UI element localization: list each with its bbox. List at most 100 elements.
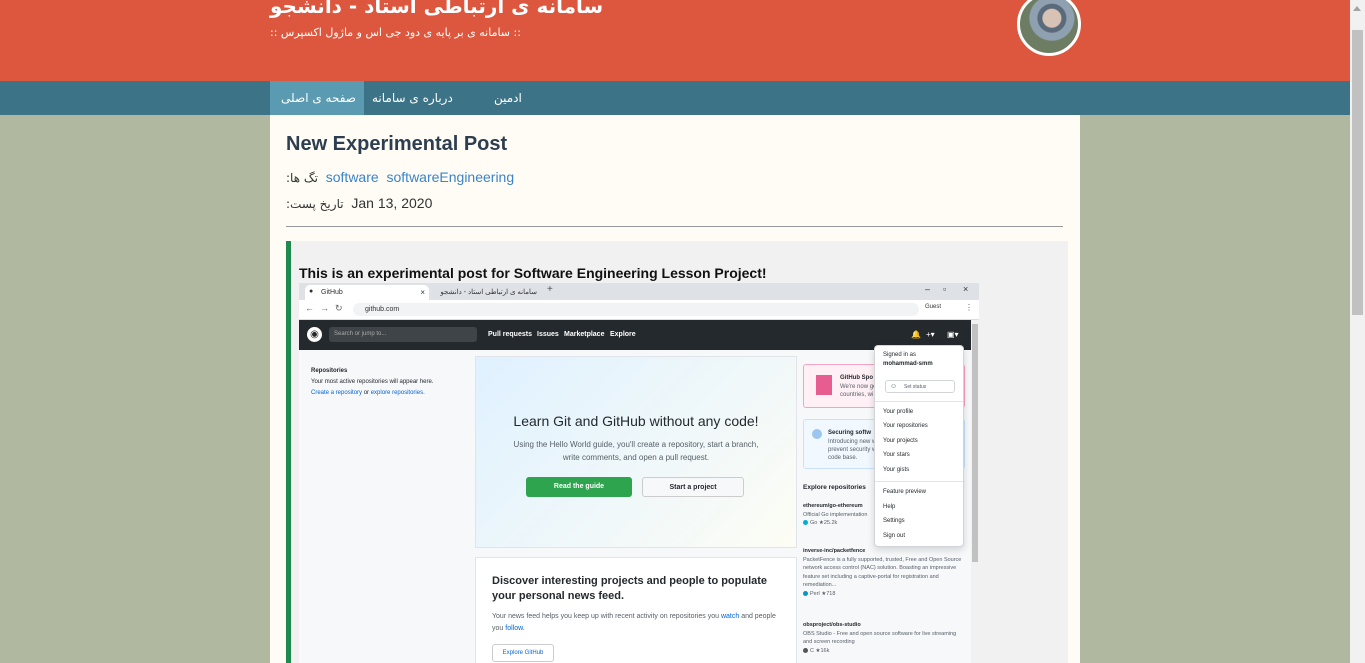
- start-project-button: Start a project: [642, 477, 744, 497]
- repo-meta: C ★16k: [803, 647, 963, 656]
- tags-label: تگ ها:: [286, 171, 318, 185]
- signed-in-label: Signed in as: [883, 352, 917, 358]
- repositories-text: Your most active repositories will appea…: [311, 379, 434, 385]
- explore-github-button: Explore GitHub: [492, 644, 554, 662]
- repo-item: inverse-inc/packetfence PacketFence is a…: [803, 547, 963, 598]
- dropdown-item: Your profile: [883, 409, 914, 415]
- smiley-icon: ☺: [890, 383, 898, 390]
- github-header: ◉ Search or jump to... Pull requests Iss…: [299, 320, 971, 350]
- dropdown-item: Settings: [883, 518, 905, 524]
- main-nav: صفحه ی اصلی درباره ی سامانه ادمین: [0, 81, 1350, 115]
- discover-text-1: Your news feed helps you keep up with re…: [492, 613, 719, 620]
- shield-icon: [812, 429, 822, 439]
- tag-link[interactable]: software: [326, 169, 379, 185]
- repositories-or: or: [363, 390, 370, 396]
- nav-item-about[interactable]: درباره ی سامانه: [364, 81, 461, 115]
- browser-tab: سامانه ی ارتباطی استاد - دانشجو: [421, 285, 545, 300]
- username: mohammad-smm: [883, 361, 933, 367]
- user-dropdown-menu: Signed in as mohammad-smm ☺ Set status Y…: [874, 345, 964, 547]
- plus-icon: +▾: [926, 330, 935, 339]
- scroll-up-icon[interactable]: [1353, 6, 1361, 11]
- avatar[interactable]: [1017, 0, 1081, 56]
- discover-panel: Discover interesting projects and people…: [475, 557, 797, 663]
- repo-description: PacketFence is a fully supported, truste…: [803, 556, 962, 589]
- divider: [875, 401, 963, 402]
- follow-link: follow.: [505, 625, 525, 632]
- discover-title: Discover interesting projects and people…: [492, 575, 768, 602]
- site-title[interactable]: سامانه ی ارتباطی استاد - دانشجو: [270, 0, 603, 18]
- browser-address-bar: ←→↻ github.com Guest ⋮: [299, 300, 979, 320]
- explore-repositories-heading: Explore repositories: [803, 484, 866, 491]
- read-guide-button: Read the guide: [526, 477, 632, 497]
- page-scrollbar[interactable]: [1350, 0, 1365, 663]
- nav-item-home[interactable]: صفحه ی اصلی: [270, 81, 364, 115]
- browser-tab-strip: ● GitHub × سامانه ی ارتباطی استاد - دانش…: [299, 283, 979, 300]
- language-dot: [803, 520, 808, 526]
- nav-item-admin[interactable]: ادمین: [486, 81, 530, 115]
- browser-tab: ● GitHub ×: [305, 285, 429, 300]
- repo-item: obsproject/obs-studio OBS Studio - Free …: [803, 621, 963, 655]
- github-icon: ●: [309, 288, 314, 295]
- hero-description: Using the Hello World guide, you'll crea…: [513, 440, 759, 462]
- post-body-text: This is an experimental post for Softwar…: [299, 265, 767, 281]
- post-container: New Experimental Post تگ ها: software so…: [270, 115, 1080, 663]
- hero-title: Learn Git and GitHub without any code!: [513, 413, 759, 429]
- repositories-panel: Repositories Your most active repositori…: [311, 366, 434, 399]
- scrollbar-thumb: [972, 324, 978, 562]
- user-avatar-icon: ▣▾: [947, 330, 959, 339]
- learn-git-hero: Learn Git and GitHub without any code! U…: [475, 356, 797, 548]
- repositories-heading: Repositories: [311, 368, 348, 374]
- new-tab-icon: +: [547, 284, 553, 295]
- github-nav-item: Explore: [610, 331, 636, 338]
- dropdown-item: Help: [883, 504, 896, 510]
- dropdown-item: Your projects: [883, 438, 918, 444]
- github-search-input: Search or jump to...: [329, 327, 477, 342]
- security-title: Securing softw: [828, 430, 872, 436]
- close-icon: ×: [963, 284, 969, 294]
- page-scrollbar-thumb[interactable]: [1352, 30, 1363, 315]
- divider: [286, 226, 1063, 227]
- url-field: github.com: [353, 303, 919, 316]
- bell-icon: 🔔: [911, 330, 921, 339]
- repo-stars: 16k: [820, 647, 830, 654]
- site-subtitle: :: سامانه ی بر پایه ی دود جی اس و ماژول …: [270, 26, 521, 39]
- menu-icon: ⋮: [965, 303, 973, 312]
- github-logo-icon: ◉: [307, 327, 322, 342]
- repo-meta: Perl ★718: [803, 590, 963, 599]
- maximize-icon: ▫: [943, 284, 947, 294]
- post-title: New Experimental Post: [286, 133, 508, 155]
- post-tags: تگ ها: software softwareEngineering: [286, 169, 514, 185]
- tag-link[interactable]: softwareEngineering: [387, 169, 515, 185]
- repo-language: C: [810, 647, 814, 654]
- discover-text: Your news feed helps you keep up with re…: [492, 611, 787, 635]
- divider: [875, 481, 963, 482]
- repo-name: obsproject/obs-studio: [803, 622, 861, 628]
- embedded-screenshot: ● GitHub × سامانه ی ارتباطی استاد - دانش…: [299, 283, 979, 663]
- scrollbar: [971, 320, 979, 663]
- browser-nav-icons: ←→↻: [305, 303, 349, 313]
- site-header: سامانه ی ارتباطی استاد - دانشجو :: سامان…: [0, 0, 1350, 81]
- guest-label: Guest: [925, 304, 942, 310]
- github-nav-item: Pull requests: [488, 331, 532, 338]
- repo-stars: 718: [826, 590, 836, 597]
- set-status-label: Set status: [904, 384, 927, 390]
- browser-tab-title: سامانه ی ارتباطی استاد - دانشجو: [440, 289, 537, 296]
- language-dot: [803, 590, 808, 596]
- date-value: Jan 13, 2020: [351, 195, 433, 211]
- post-body: This is an experimental post for Softwar…: [286, 241, 1068, 663]
- explore-repos-link: explore repositories.: [370, 390, 425, 396]
- github-nav-item: Marketplace: [564, 331, 605, 338]
- watch-link: watch: [720, 613, 740, 620]
- dropdown-item: Your stars: [883, 452, 910, 458]
- repo-stars: 25.2k: [823, 520, 838, 526]
- post-date: تاریخ پست: Jan 13, 2020: [286, 195, 432, 211]
- date-label: تاریخ پست:: [286, 197, 344, 211]
- github-nav-item: Issues: [537, 331, 559, 338]
- dropdown-item: Your gists: [883, 467, 910, 473]
- set-status-button: ☺ Set status: [885, 380, 955, 393]
- dropdown-item: Your repositories: [883, 423, 928, 429]
- repo-language: Go: [810, 520, 818, 526]
- dropdown-item: Feature preview: [883, 489, 927, 495]
- browser-tab-title: GitHub: [321, 289, 343, 296]
- language-dot: [803, 647, 808, 653]
